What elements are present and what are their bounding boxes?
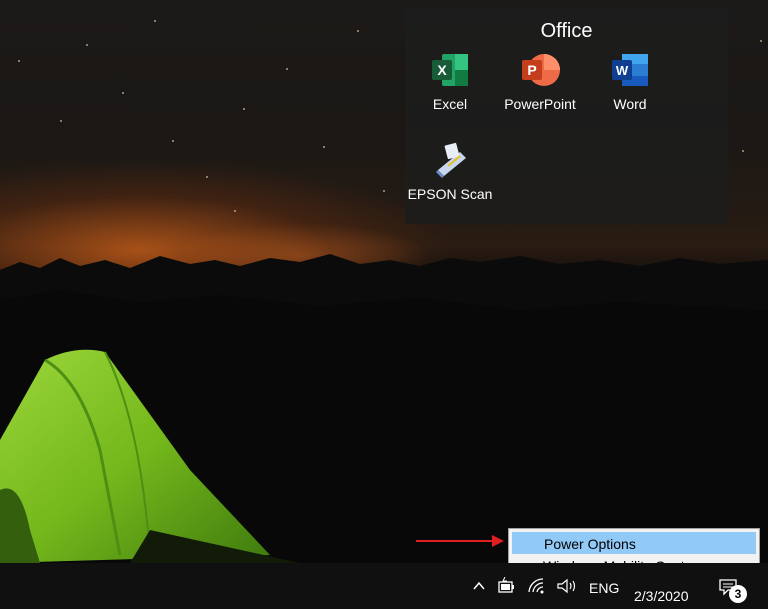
- tile-label: EPSON Scan: [407, 186, 493, 202]
- clock-date[interactable]: 2/3/2020: [634, 588, 689, 604]
- tile-group-title[interactable]: Office: [405, 20, 728, 43]
- input-language[interactable]: ENG: [589, 580, 619, 596]
- menu-item-power-options[interactable]: Power Options: [512, 532, 756, 554]
- battery-icon[interactable]: [497, 577, 517, 595]
- tile-label: Excel: [432, 96, 468, 112]
- tile-epson-scan[interactable]: EPSON Scan: [405, 140, 495, 220]
- annotation-arrow: [416, 535, 504, 547]
- taskbar: ENG 2/3/2020 3: [0, 563, 768, 609]
- tile-label: Word: [613, 96, 647, 112]
- tile-powerpoint[interactable]: P PowerPoint: [495, 50, 585, 130]
- powerpoint-icon: P: [522, 54, 560, 86]
- word-icon: W: [612, 54, 648, 86]
- svg-text:X: X: [437, 62, 447, 78]
- tile-label: PowerPoint: [504, 96, 576, 112]
- green-tent: [0, 349, 300, 563]
- tile-excel[interactable]: X Excel: [405, 50, 495, 130]
- volume-icon[interactable]: [556, 577, 578, 595]
- start-tile-group: Office X Excel P PowerPoint W Word EPSON…: [405, 8, 728, 224]
- svg-text:P: P: [527, 62, 536, 78]
- excel-icon: X: [432, 54, 468, 86]
- svg-text:W: W: [616, 63, 629, 78]
- chevron-up-icon[interactable]: [472, 579, 486, 593]
- tile-word[interactable]: W Word: [585, 50, 675, 130]
- scanner-icon: [436, 142, 466, 178]
- wifi-icon[interactable]: [527, 577, 547, 595]
- notification-count-badge: 3: [729, 585, 747, 603]
